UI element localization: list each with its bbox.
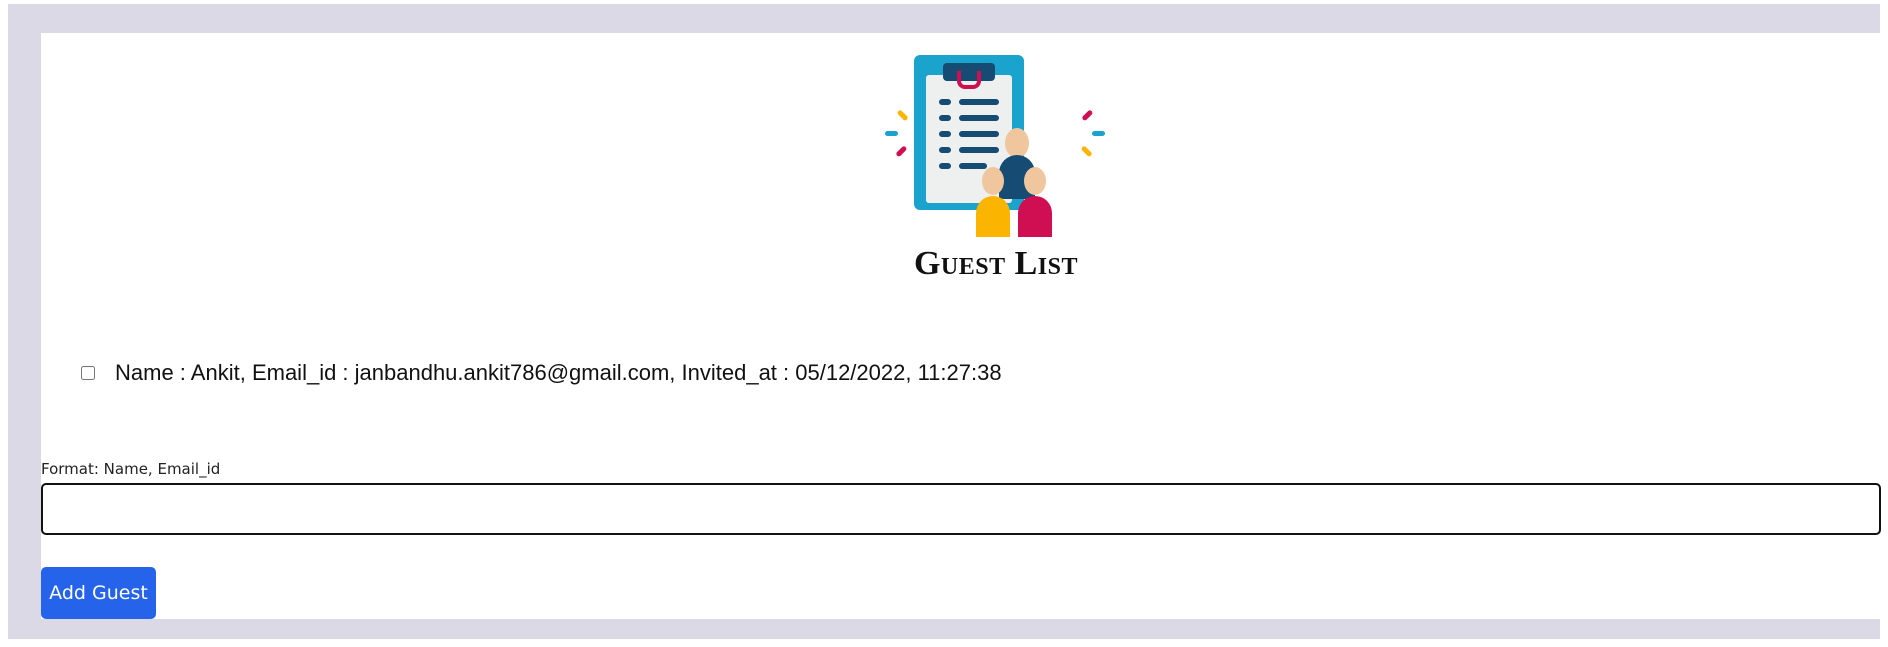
page-frame: Guest List Name : Ankit, Email_id : janb… xyxy=(8,4,1881,639)
format-label: Format: Name, Email_id xyxy=(41,460,221,478)
add-guest-button[interactable]: Add Guest xyxy=(41,567,156,619)
guest-list-item: Name : Ankit, Email_id : janbandhu.ankit… xyxy=(81,357,1002,389)
guest-details: Name : Ankit, Email_id : janbandhu.ankit… xyxy=(115,360,1002,385)
guest-checkbox[interactable] xyxy=(81,366,95,380)
logo-title: Guest List xyxy=(913,245,1078,282)
clipboard-guests-icon xyxy=(885,55,1105,237)
guest-list-card: Guest List Name : Ankit, Email_id : janb… xyxy=(41,33,1881,619)
guest-input[interactable] xyxy=(41,483,1881,535)
guest-list-logo: Guest List xyxy=(881,47,1111,302)
